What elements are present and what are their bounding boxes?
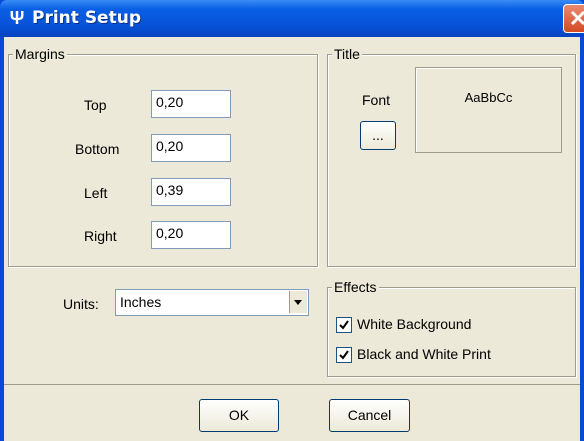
- units-label: Units:: [63, 296, 99, 312]
- cancel-button[interactable]: Cancel: [329, 399, 410, 432]
- font-preview-text: AaBbCc: [464, 90, 513, 105]
- window-title: Print Setup: [32, 8, 141, 28]
- checkmark-icon: [339, 350, 349, 360]
- effects-legend: Effects: [332, 279, 379, 295]
- title-bar[interactable]: Ψ Print Setup: [0, 0, 584, 37]
- left-label: Left: [84, 185, 108, 201]
- units-select[interactable]: Inches: [115, 289, 309, 316]
- dropdown-arrow-button[interactable]: [289, 291, 307, 313]
- font-label: Font: [362, 92, 391, 108]
- margins-legend: Margins: [13, 46, 67, 62]
- app-icon: Ψ: [9, 8, 25, 28]
- top-margin-input[interactable]: 0,20: [151, 90, 231, 118]
- title-legend: Title: [332, 46, 362, 62]
- bottom-label: Bottom: [75, 141, 120, 157]
- ok-button[interactable]: OK: [199, 399, 279, 432]
- units-selected-value: Inches: [120, 294, 162, 310]
- right-margin-input[interactable]: 0,20: [151, 221, 231, 249]
- white-background-checkbox[interactable]: [336, 317, 352, 333]
- close-icon: [570, 10, 584, 26]
- title-group: Title Font ... AaBbCc: [327, 46, 576, 267]
- right-label: Right: [84, 228, 117, 244]
- left-margin-input[interactable]: 0,39: [151, 178, 231, 206]
- effects-group: Effects White Background Black and White…: [327, 279, 576, 377]
- black-white-print-label[interactable]: Black and White Print: [357, 346, 491, 362]
- dialog-body: Margins Top 0,20 Bottom 0,20 Left 0,39 R…: [4, 37, 580, 441]
- close-button[interactable]: [563, 4, 584, 33]
- font-preview: AaBbCc: [415, 67, 562, 153]
- chevron-down-icon: [294, 300, 302, 305]
- white-background-label[interactable]: White Background: [357, 316, 471, 332]
- margins-group: Margins Top 0,20 Bottom 0,20 Left 0,39 R…: [8, 46, 318, 267]
- checkmark-icon: [339, 320, 349, 330]
- bottom-margin-input[interactable]: 0,20: [151, 134, 231, 162]
- button-area-divider: [4, 384, 580, 385]
- top-label: Top: [84, 97, 107, 113]
- black-white-print-checkbox[interactable]: [336, 347, 352, 363]
- font-button[interactable]: ...: [360, 121, 396, 150]
- print-setup-dialog: Ψ Print Setup Margins Top 0,20 Bottom 0,…: [0, 0, 584, 441]
